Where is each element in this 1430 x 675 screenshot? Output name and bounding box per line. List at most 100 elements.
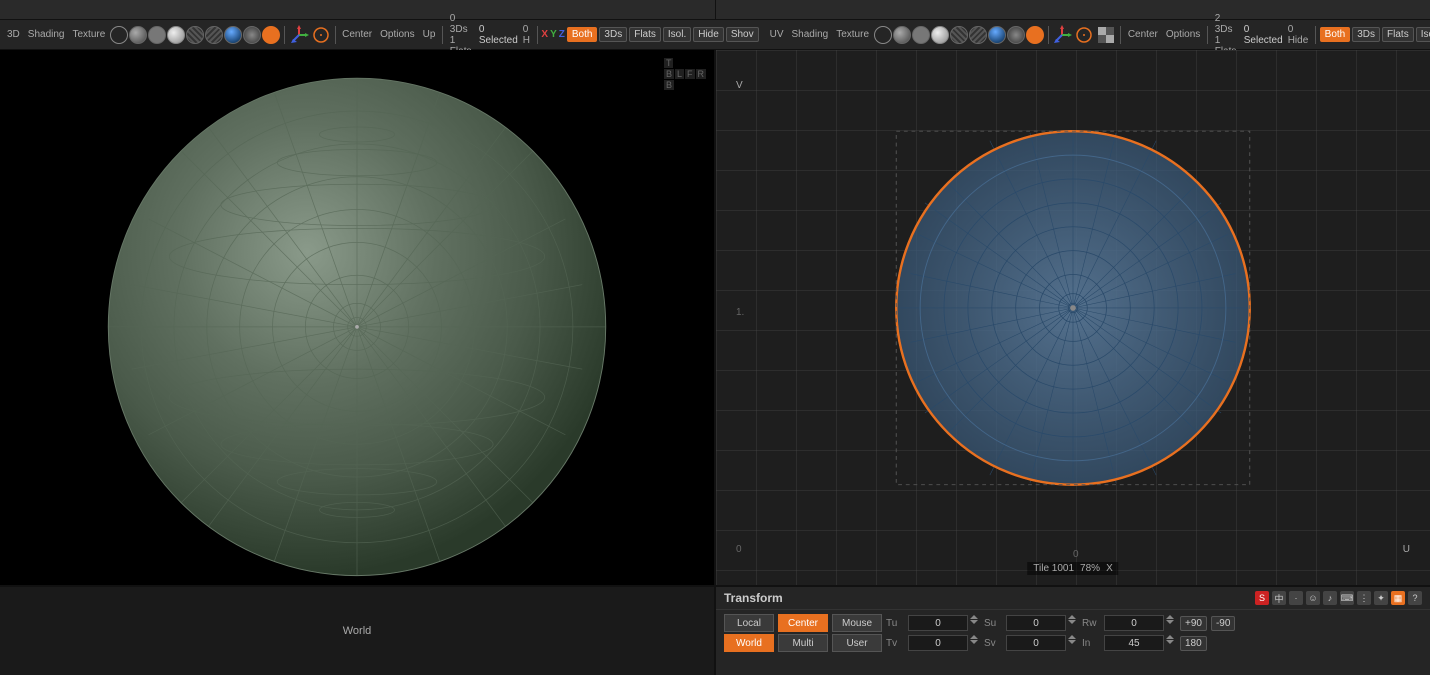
in-arrows[interactable] xyxy=(1166,635,1176,651)
uv-checkerboard-icon[interactable] xyxy=(1096,25,1116,45)
shade-sel-btn-uv[interactable] xyxy=(1026,26,1044,44)
uv-canvas[interactable]: U V 0 1. 0 Tile 1001 78% X xyxy=(716,50,1430,585)
su-field: Su xyxy=(984,615,1078,631)
mouse-btn[interactable]: Mouse xyxy=(832,614,882,632)
toolbar-3d: 3D Shading Texture xyxy=(0,20,763,49)
tu-label: Tu xyxy=(886,618,906,629)
shade-bump-btn-uv[interactable] xyxy=(1007,26,1025,44)
shade-tex-btn-3d[interactable] xyxy=(186,26,204,44)
uv-axis-number-1: 1. xyxy=(736,307,744,318)
tv-label: Tv xyxy=(886,638,906,649)
transform-icon-grid[interactable]: ▦ xyxy=(1391,591,1405,605)
show-btn-3d[interactable]: Shov xyxy=(726,27,759,42)
center-btn[interactable]: Center xyxy=(778,614,828,632)
tile-info-bar: Tile 1001 78% X xyxy=(1027,562,1118,575)
move-gizmo-uv[interactable] xyxy=(1052,25,1072,45)
shade-env-btn-3d[interactable] xyxy=(224,26,242,44)
flats-btn-3d[interactable]: Flats xyxy=(629,27,661,42)
transform-icon-dots[interactable]: ⋮ xyxy=(1357,591,1371,605)
tu-arrows[interactable] xyxy=(970,615,980,631)
multi-btn[interactable]: Multi xyxy=(778,634,828,652)
uv-island-svg xyxy=(716,50,1430,585)
rotate-gizmo-3d[interactable] xyxy=(311,25,331,45)
shade-sel-btn-3d[interactable] xyxy=(262,26,280,44)
transform-icon-kbd[interactable]: ⌨ xyxy=(1340,591,1354,605)
both-btn-uv[interactable]: Both xyxy=(1320,27,1351,42)
transform-icon-s[interactable]: S xyxy=(1255,591,1269,605)
shade-wire-btn-3d[interactable] xyxy=(110,26,128,44)
minus90-btn[interactable]: -90 xyxy=(1211,616,1235,631)
transform-title: Transform xyxy=(724,591,1255,605)
su-input[interactable] xyxy=(1006,615,1066,631)
rw-input[interactable] xyxy=(1104,615,1164,631)
shade-light-btn-3d[interactable] xyxy=(167,26,185,44)
transform-icon-question[interactable]: ? xyxy=(1408,591,1422,605)
world-btn[interactable]: World xyxy=(724,634,774,652)
bottom-3d-area: World xyxy=(0,587,716,675)
isol-btn-3d[interactable]: Isol. xyxy=(663,27,691,42)
sv-arrows[interactable] xyxy=(1068,635,1078,651)
in-field: In xyxy=(1082,635,1176,651)
isol-btn-uv[interactable]: Isol. xyxy=(1416,27,1430,42)
su-arrows[interactable] xyxy=(1068,615,1078,631)
viewport-3d[interactable]: T B L F R B xyxy=(0,50,716,585)
sv-label: Sv xyxy=(984,638,1004,649)
transform-row-2: World Multi User Tv Sv xyxy=(724,634,1422,652)
both-btn-3d[interactable]: Both xyxy=(567,27,598,42)
shade-flat-btn-3d[interactable] xyxy=(148,26,166,44)
flats-btn-uv[interactable]: Flats xyxy=(1382,27,1414,42)
user-btn[interactable]: User xyxy=(832,634,882,652)
shade-wire-btn-uv[interactable] xyxy=(874,26,892,44)
toolbar-uv: UV Shading Texture xyxy=(763,20,1430,49)
shade-tex2-btn-3d[interactable] xyxy=(205,26,223,44)
val180-btn[interactable]: 180 xyxy=(1180,636,1207,651)
rotate-gizmo-uv[interactable] xyxy=(1074,25,1094,45)
hide-btn-3d[interactable]: Hide xyxy=(693,27,724,42)
shade-solid-btn-3d[interactable] xyxy=(129,26,147,44)
shade-bump-btn-3d[interactable] xyxy=(243,26,261,44)
transform-icon-dot[interactable]: · xyxy=(1289,591,1303,605)
sv-input[interactable] xyxy=(1006,635,1066,651)
transform-icon-zh[interactable]: 中 xyxy=(1272,591,1286,605)
camera-orientation-letters: T B L F R B xyxy=(664,58,706,90)
transform-icon-mic[interactable]: ♪ xyxy=(1323,591,1337,605)
tu-input[interactable] xyxy=(908,615,968,631)
shading-icons-uv xyxy=(874,26,1044,44)
shade-light-btn-uv[interactable] xyxy=(931,26,949,44)
tv-input[interactable] xyxy=(908,635,968,651)
3ds-btn-uv[interactable]: 3Ds xyxy=(1352,27,1380,42)
zoom-label: 78% xyxy=(1080,563,1100,574)
options-label-uv: Options xyxy=(1163,29,1203,40)
transform-icon-smiley[interactable]: ☺ xyxy=(1306,591,1320,605)
tv-arrows[interactable] xyxy=(970,635,980,651)
shade-tex-btn-uv[interactable] xyxy=(950,26,968,44)
shade-env-btn-uv[interactable] xyxy=(988,26,1006,44)
selected-count-uv: 0 Selected xyxy=(1244,24,1283,46)
cam-letter-b: B xyxy=(664,69,674,79)
center-label-3d: Center xyxy=(339,29,375,40)
rw-label: Rw xyxy=(1082,618,1102,629)
move-gizmo-3d[interactable] xyxy=(289,25,309,45)
cam-letter-f: F xyxy=(685,69,695,79)
3ds-btn-3d[interactable]: 3Ds xyxy=(599,27,627,42)
shade-flat-btn-uv[interactable] xyxy=(912,26,930,44)
hide-count-uv: 0 Hide xyxy=(1285,24,1312,46)
cam-letter-l: L xyxy=(675,69,684,79)
texture-label-3d: Texture xyxy=(70,29,109,40)
in-input[interactable] xyxy=(1104,635,1164,651)
axis-x-label: X xyxy=(541,29,548,40)
tu-field: Tu xyxy=(886,615,980,631)
world-label-3d: World xyxy=(343,625,372,637)
top-menu-left xyxy=(0,0,715,19)
viewport-uv[interactable]: U V 0 1. 0 Tile 1001 78% X xyxy=(716,50,1430,585)
uv-v-axis-label: V xyxy=(736,80,743,91)
su-label: Su xyxy=(984,618,1004,629)
plus90-btn[interactable]: +90 xyxy=(1180,616,1207,631)
texture-label-uv: Texture xyxy=(833,29,872,40)
local-btn[interactable]: Local xyxy=(724,614,774,632)
rw-arrows[interactable] xyxy=(1166,615,1176,631)
shade-tex2-btn-uv[interactable] xyxy=(969,26,987,44)
center-label-uv: Center xyxy=(1125,29,1161,40)
transform-icon-cloth[interactable]: ✦ xyxy=(1374,591,1388,605)
shade-solid-btn-uv[interactable] xyxy=(893,26,911,44)
